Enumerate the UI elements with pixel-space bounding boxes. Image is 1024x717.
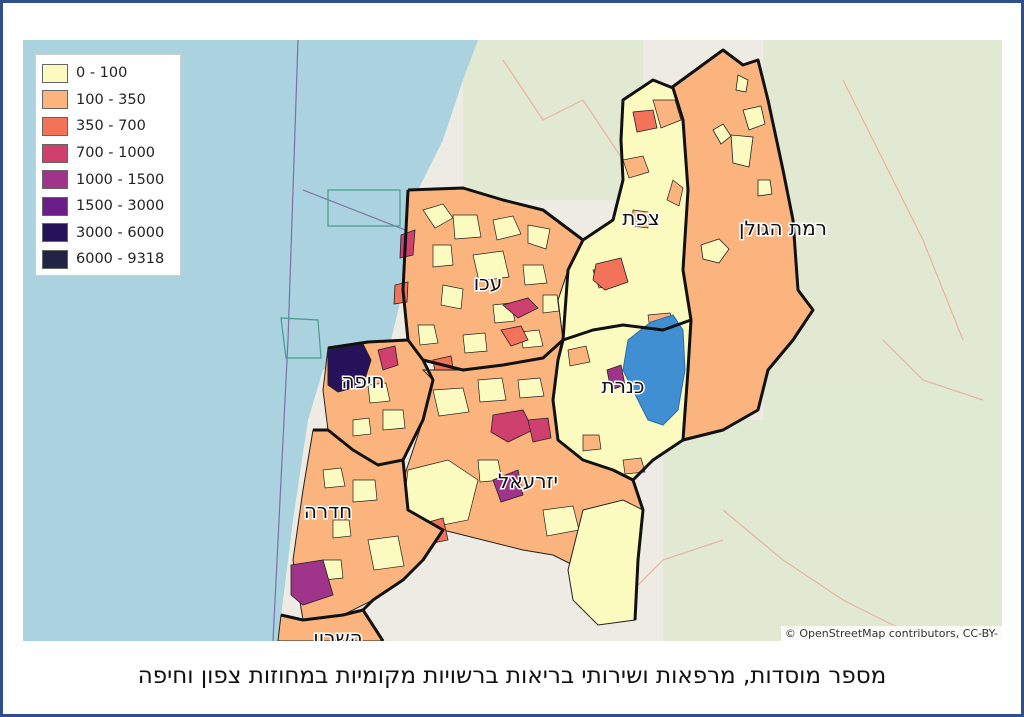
legend-item: 0 - 100 (42, 60, 174, 87)
legend-swatch (42, 223, 68, 243)
legend-label: 1500 - 3000 (76, 198, 165, 215)
label-golan: רמת הגולן (739, 216, 827, 240)
label-kinneret: כנרת (601, 374, 644, 398)
akko-coast-1 (399, 229, 416, 259)
legend-label: 6000 - 9318 (76, 251, 165, 268)
legend-label: 350 - 700 (76, 118, 146, 135)
legend-swatch (42, 143, 68, 163)
legend-label: 0 - 100 (76, 65, 128, 82)
legend-swatch (42, 63, 68, 83)
legend-item: 6000 - 9318 (42, 246, 174, 273)
legend-swatch (42, 170, 68, 190)
label-hadera: חדרה (304, 499, 352, 523)
legend-label: 1000 - 1500 (76, 171, 165, 188)
map-attribution[interactable]: © OpenStreetMap contributors, CC-BY- (780, 626, 1002, 641)
legend-swatch (42, 249, 68, 269)
legend-item: 1000 - 1500 (42, 166, 174, 193)
label-sharon: השרון (313, 626, 362, 641)
legend-swatch (42, 116, 68, 136)
figure-caption: מספר מוסדות, מרפאות ושירותי בריאות ברשוי… (137, 663, 887, 689)
legend-item: 1500 - 3000 (42, 193, 174, 220)
legend-swatch (42, 196, 68, 216)
legend-item: 100 - 350 (42, 87, 174, 114)
label-yizreel: יזרעאל (498, 469, 558, 493)
akko-coast-2 (393, 281, 409, 305)
label-akko: עכו (474, 271, 503, 295)
legend-item: 700 - 1000 (42, 140, 174, 167)
legend-swatch (42, 90, 68, 110)
legend-item: 350 - 700 (42, 113, 174, 140)
legend-label: 100 - 350 (76, 91, 146, 108)
legend-label: 700 - 1000 (76, 145, 156, 162)
figure-frame: רמת הגולן צפת עכו כנרת חיפה יזרעאל חדרה … (0, 0, 1024, 717)
legend-item: 3000 - 6000 (42, 220, 174, 247)
label-haifa: חיפה (341, 369, 384, 393)
map-legend: 0 - 100 100 - 350 350 - 700 700 - 1000 1000 … (35, 54, 181, 276)
choropleth-map[interactable]: רמת הגולן צפת עכו כנרת חיפה יזרעאל חדרה … (23, 40, 1002, 641)
north-hotspot (632, 109, 658, 133)
label-tsfat: צפת (622, 206, 660, 230)
legend-label: 3000 - 6000 (76, 224, 165, 241)
